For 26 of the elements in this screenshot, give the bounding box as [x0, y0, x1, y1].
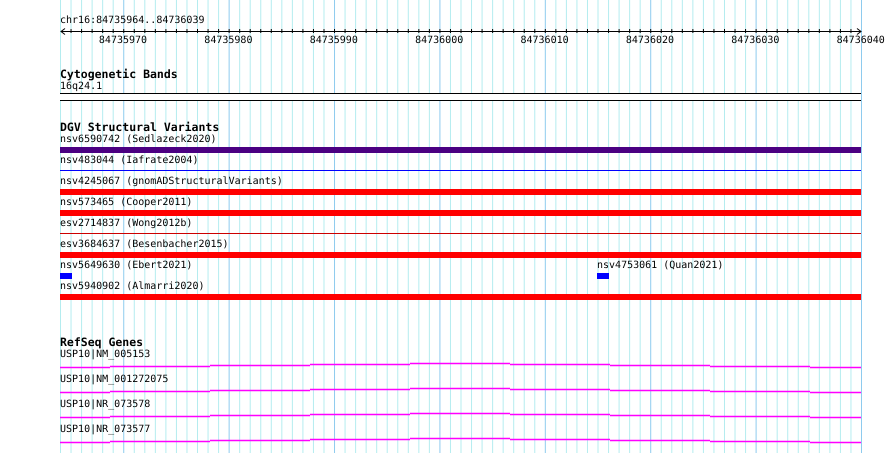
variant-label: nsv6590742 (Sedlazeck2020): [60, 134, 218, 146]
variant-label: nsv5940902 (Almarri2020): [60, 281, 206, 293]
ruler-tick-label: 84735990: [308, 35, 359, 47]
ruler-tick-label: 84736000: [414, 35, 464, 47]
variant-label: nsv483044 (Iafrate2004): [60, 155, 200, 167]
band-label: 16q24.1: [60, 81, 104, 93]
ruler-tick-label: 84735970: [98, 35, 148, 47]
gene-label: USP10|NR_073577: [60, 424, 152, 436]
ruler-tick-label: 84736030: [730, 35, 780, 47]
variant-label: nsv573465 (Cooper2011): [60, 197, 194, 209]
track-title: RefSeq Genes: [60, 336, 144, 349]
track-title: Cytogenetic Bands: [60, 68, 179, 81]
ruler-tick-label: 84736020: [624, 35, 676, 47]
gene-label: USP10|NR_073578: [60, 399, 152, 411]
variant-label: esv3684637 (Besenbacher2015): [60, 239, 230, 251]
ruler-tick-label: 84735980: [203, 35, 254, 47]
ruler-tick-label: 84736010: [519, 35, 570, 47]
variant-label: esv2714837 (Wong2012b): [60, 218, 194, 230]
variant-label: nsv4753061 (Quan2021): [597, 260, 724, 272]
location-text: chr16:84735964..84736039: [60, 15, 206, 27]
variant-label: nsv4245067 (gnomADStructuralVariants): [60, 176, 284, 188]
track-title: DGV Structural Variants: [60, 121, 220, 134]
ruler-tick-label: 84736040: [836, 35, 886, 47]
gene-label: USP10|NM_005153: [60, 349, 152, 361]
gene-label: USP10|NM_001272075: [60, 374, 170, 386]
variant-label: nsv5649630 (Ebert2021): [60, 260, 194, 272]
